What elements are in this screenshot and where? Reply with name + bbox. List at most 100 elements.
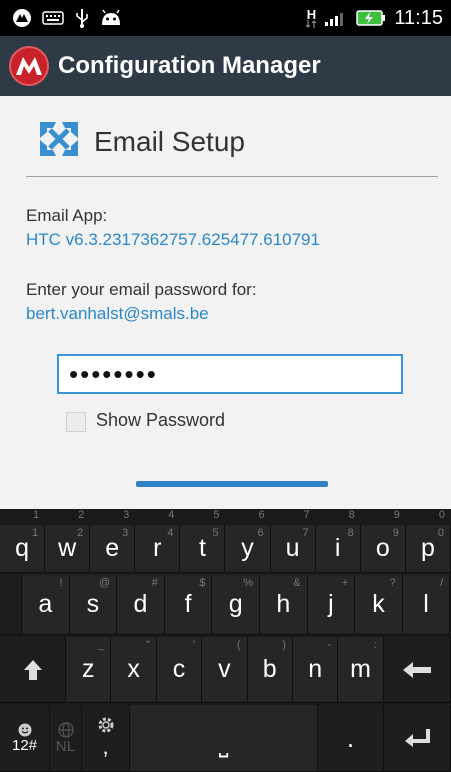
- shift-icon: [23, 659, 42, 680]
- key-g[interactable]: % g: [212, 575, 260, 635]
- number-hint: 8: [348, 509, 355, 521]
- row-3-letter-group: _ z " x ' c(v) b - n: m: [66, 637, 384, 703]
- key-hint: 8: [347, 527, 354, 539]
- mobileiron-logo-icon: [8, 45, 50, 87]
- period-label: .: [346, 722, 355, 753]
- space-label: ⎵: [218, 731, 229, 758]
- key-f[interactable]: $ f: [164, 575, 213, 635]
- key-hint: -: [327, 639, 332, 651]
- key-y[interactable]: 6y: [225, 525, 271, 573]
- number-hint: 9: [393, 509, 400, 521]
- key-label: s: [86, 590, 100, 618]
- language-key[interactable]: NL: [50, 705, 82, 772]
- status-bar: H 11:15: [0, 0, 451, 36]
- key-z[interactable]: _ z: [66, 637, 112, 703]
- exchange-icon: [36, 116, 82, 167]
- email-address: bert.vanhalst@smals.be: [26, 304, 209, 323]
- key-hint: $: [199, 577, 206, 589]
- key-label: c: [172, 655, 186, 683]
- clock: 11:15: [394, 6, 443, 29]
- key-hint: 5: [212, 527, 219, 539]
- setup-title: Email Setup: [94, 125, 245, 157]
- show-password-checkbox[interactable]: [66, 412, 86, 432]
- key-p[interactable]: 0p: [405, 525, 451, 573]
- key-u[interactable]: 7u: [270, 525, 316, 573]
- key-b[interactable]: ) b: [247, 637, 293, 703]
- key-label: h: [276, 590, 291, 618]
- network-type-icon: H: [306, 8, 317, 28]
- email-app-label: Email App:: [26, 206, 108, 225]
- key-hint: 1: [31, 527, 39, 539]
- key-hint: _: [98, 639, 105, 651]
- key-hint: 6: [257, 527, 264, 539]
- key-k[interactable]: ? k: [355, 575, 403, 635]
- show-password-label[interactable]: Show Password: [96, 410, 225, 431]
- key-w[interactable]: 2w: [45, 525, 91, 573]
- key-v[interactable]: (v: [202, 637, 248, 703]
- key-label: l: [423, 590, 429, 618]
- key-l[interactable]: / l: [402, 575, 451, 635]
- settings-gear-icon: [98, 717, 113, 733]
- key-hint: !: [59, 577, 63, 589]
- backspace-icon: [403, 661, 431, 678]
- email-setup-panel: Email Setup Email App: HTC v6.3.23173627…: [0, 96, 451, 509]
- continue-button[interactable]: [136, 481, 328, 487]
- key-label: d: [133, 590, 148, 618]
- key-q[interactable]: 1q: [0, 525, 46, 573]
- settings-comma-key[interactable]: ,: [82, 705, 130, 772]
- shift-key[interactable]: [0, 637, 66, 703]
- symbols-key[interactable]: 12#: [0, 705, 50, 772]
- symbols-label: 12#: [11, 736, 38, 754]
- key-label: w: [58, 534, 77, 562]
- key-label: u: [285, 534, 300, 562]
- number-hint: 5: [213, 509, 220, 521]
- email-app-value: HTC v6.3.2317362757.625477.610791: [26, 230, 320, 249]
- backspace-key[interactable]: [384, 637, 451, 703]
- key-o[interactable]: 9o: [360, 525, 406, 573]
- key-t[interactable]: 5t: [180, 525, 226, 573]
- key-label: p: [420, 534, 435, 562]
- key-d[interactable]: # d: [117, 575, 165, 635]
- key-hint: 2: [77, 527, 84, 539]
- setup-header: Email Setup: [36, 116, 245, 167]
- key-a[interactable]: ! a: [22, 575, 70, 635]
- key-j[interactable]: + j: [307, 575, 356, 635]
- key-hint: ): [282, 639, 286, 651]
- key-i[interactable]: 8i: [315, 525, 361, 573]
- key-hint: ": [145, 639, 150, 651]
- key-h[interactable]: & h: [259, 575, 308, 635]
- number-hint: 4: [168, 509, 175, 521]
- number-hint: 1: [32, 509, 40, 521]
- key-label: y: [241, 534, 254, 562]
- key-hint: 4: [167, 527, 174, 539]
- number-hint: 0: [438, 509, 445, 521]
- password-field[interactable]: ••••••••: [57, 354, 403, 394]
- key-hint: ?: [389, 577, 396, 589]
- key-hint: /: [440, 577, 444, 589]
- key-label: f: [184, 590, 192, 618]
- key-x[interactable]: " x: [111, 637, 157, 703]
- key-n[interactable]: -n: [292, 637, 339, 703]
- keyboard-row-3: _ z " x ' c(v) b - n: m: [0, 637, 451, 703]
- app-bar: Configuration Manager: [0, 36, 451, 96]
- space-key[interactable]: ⎵: [130, 705, 318, 772]
- enter-key[interactable]: [384, 705, 451, 772]
- usb-icon: [74, 8, 90, 28]
- period-key[interactable]: .: [318, 705, 384, 772]
- key-e[interactable]: 3e: [90, 525, 136, 573]
- key-c[interactable]: ' c: [156, 637, 203, 703]
- android-icon: [100, 9, 122, 27]
- comma-label: ,: [102, 734, 109, 759]
- key-label: v: [218, 655, 231, 683]
- key-label: t: [198, 534, 206, 562]
- globe-icon: [57, 721, 74, 738]
- key-label: q: [15, 534, 29, 562]
- key-hint: 7: [302, 527, 309, 539]
- key-label: m: [350, 655, 371, 683]
- language-label: NL: [55, 737, 76, 755]
- key-m[interactable]: :m: [338, 637, 384, 703]
- keyboard-row-2: ! a @ s # d $ f% g & h + j? k / l: [0, 575, 451, 635]
- key-r[interactable]: 4r: [135, 525, 181, 573]
- keyboard-row-4: 12# NL , ⎵ .: [0, 705, 451, 772]
- key-s[interactable]: @ s: [69, 575, 118, 635]
